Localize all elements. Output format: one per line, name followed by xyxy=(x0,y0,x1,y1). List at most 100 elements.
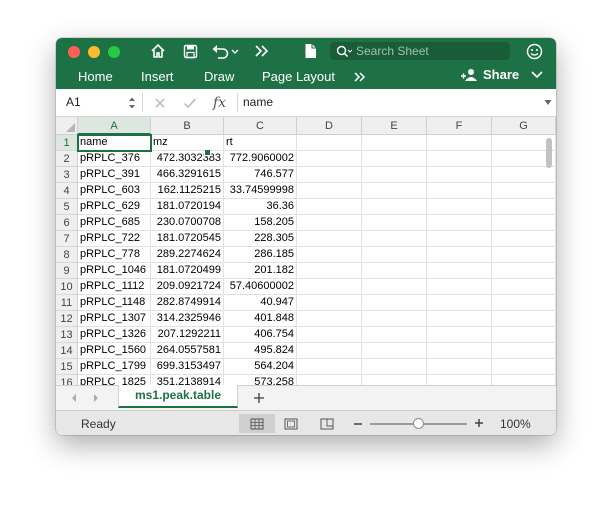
cell-d7[interactable] xyxy=(297,231,362,247)
cell-f4[interactable] xyxy=(427,183,492,199)
cell-c2[interactable]: 772.9060002 xyxy=(224,151,297,167)
cell-b15[interactable]: 699.3153497 xyxy=(151,359,224,375)
cell-e12[interactable] xyxy=(362,311,427,327)
cell-d16[interactable] xyxy=(297,375,362,385)
cell-b14[interactable]: 264.0557581 xyxy=(151,343,224,359)
cell-b11[interactable]: 282.8749914 xyxy=(151,295,224,311)
minimize-window-button[interactable] xyxy=(88,46,100,58)
cell-g5[interactable] xyxy=(492,199,556,215)
column-header-c[interactable]: C xyxy=(224,117,297,135)
cell-b8[interactable]: 289.2274624 xyxy=(151,247,224,263)
spreadsheet-grid[interactable]: ABCDEFG 1 2 3 4 5 6 7 8 9 10 11 12 13 14 15 16 name mz rt… xyxy=(56,117,556,385)
normal-view-button[interactable] xyxy=(239,414,275,433)
cell-d5[interactable] xyxy=(297,199,362,215)
share-button[interactable]: Share xyxy=(460,67,544,82)
cell-c14[interactable]: 495.824 xyxy=(224,343,297,359)
cell-g4[interactable] xyxy=(492,183,556,199)
cell-d15[interactable] xyxy=(297,359,362,375)
row-header[interactable]: 10 xyxy=(56,279,78,295)
cell-f12[interactable] xyxy=(427,311,492,327)
name-box[interactable]: A1 xyxy=(66,95,81,109)
cell-b4[interactable]: 162.1125215 xyxy=(151,183,224,199)
zoom-window-button[interactable] xyxy=(108,46,120,58)
row-header[interactable]: 16 xyxy=(56,375,78,385)
row-header[interactable]: 2 xyxy=(56,151,78,167)
column-header-f[interactable]: F xyxy=(427,117,492,135)
chevron-down-icon[interactable] xyxy=(530,70,544,80)
cell-f11[interactable] xyxy=(427,295,492,311)
column-header-e[interactable]: E xyxy=(362,117,427,135)
cell-a11[interactable]: pRPLC_1148 xyxy=(78,295,151,311)
row-header[interactable]: 9 xyxy=(56,263,78,279)
add-sheet-icon[interactable] xyxy=(253,392,265,404)
select-all-corner[interactable] xyxy=(56,117,78,135)
cell-a10[interactable]: pRPLC_1112 xyxy=(78,279,151,295)
tab-insert[interactable]: Insert xyxy=(141,69,174,84)
cell-a8[interactable]: pRPLC_778 xyxy=(78,247,151,263)
cell-b12[interactable]: 314.2325946 xyxy=(151,311,224,327)
cell-g10[interactable] xyxy=(492,279,556,295)
cell-b13[interactable]: 207.1292211 xyxy=(151,327,224,343)
cell-d12[interactable] xyxy=(297,311,362,327)
cell-g7[interactable] xyxy=(492,231,556,247)
cell-e13[interactable] xyxy=(362,327,427,343)
cell-f5[interactable] xyxy=(427,199,492,215)
save-icon[interactable] xyxy=(180,41,200,61)
cell-f14[interactable] xyxy=(427,343,492,359)
prev-sheet-icon[interactable] xyxy=(70,393,78,403)
row-header[interactable]: 3 xyxy=(56,167,78,183)
cell-a9[interactable]: pRPLC_1046 xyxy=(78,263,151,279)
cell-b10[interactable]: 209.0921724 xyxy=(151,279,224,295)
home-icon[interactable] xyxy=(148,41,168,61)
cell-e3[interactable] xyxy=(362,167,427,183)
cell-f9[interactable] xyxy=(427,263,492,279)
tab-home[interactable]: Home xyxy=(78,69,113,84)
cell-c7[interactable]: 228.305 xyxy=(224,231,297,247)
cell-g11[interactable] xyxy=(492,295,556,311)
cell-d1[interactable] xyxy=(297,135,362,151)
row-header[interactable]: 7 xyxy=(56,231,78,247)
cell-b16[interactable]: 351.2138914 xyxy=(151,375,224,385)
cell-c10[interactable]: 57.40600002 xyxy=(224,279,297,295)
cell-c16[interactable]: 573.258 xyxy=(224,375,297,385)
cell-d10[interactable] xyxy=(297,279,362,295)
cell-e15[interactable] xyxy=(362,359,427,375)
name-box-stepper-icon[interactable] xyxy=(128,96,136,110)
row-header[interactable]: 6 xyxy=(56,215,78,231)
cell-a5[interactable]: pRPLC_629 xyxy=(78,199,151,215)
cell-g8[interactable] xyxy=(492,247,556,263)
cell-a16[interactable]: pRPLC_1825 xyxy=(78,375,151,385)
cell-e11[interactable] xyxy=(362,295,427,311)
cell-f15[interactable] xyxy=(427,359,492,375)
row-header[interactable]: 12 xyxy=(56,311,78,327)
cell-d8[interactable] xyxy=(297,247,362,263)
cell-d11[interactable] xyxy=(297,295,362,311)
tab-page-layout[interactable]: Page Layout xyxy=(262,69,335,84)
cell-c9[interactable]: 201.182 xyxy=(224,263,297,279)
cell-e4[interactable] xyxy=(362,183,427,199)
cell-c13[interactable]: 406.754 xyxy=(224,327,297,343)
row-header[interactable]: 1 xyxy=(56,135,78,151)
cell-e8[interactable] xyxy=(362,247,427,263)
cell-b5[interactable]: 181.0720194 xyxy=(151,199,224,215)
row-header[interactable]: 4 xyxy=(56,183,78,199)
vertical-scrollbar[interactable] xyxy=(546,138,552,168)
column-header-g[interactable]: G xyxy=(492,117,556,135)
undo-icon[interactable] xyxy=(210,41,240,61)
next-sheet-icon[interactable] xyxy=(92,393,100,403)
smiley-feedback-icon[interactable] xyxy=(524,41,544,61)
cell-d4[interactable] xyxy=(297,183,362,199)
cell-d14[interactable] xyxy=(297,343,362,359)
cell-a6[interactable]: pRPLC_685 xyxy=(78,215,151,231)
cell-b6[interactable]: 230.0700708 xyxy=(151,215,224,231)
cell-e6[interactable] xyxy=(362,215,427,231)
zoom-slider-thumb[interactable] xyxy=(413,418,424,429)
row-header[interactable]: 11 xyxy=(56,295,78,311)
cell-e16[interactable] xyxy=(362,375,427,385)
cell-a7[interactable]: pRPLC_722 xyxy=(78,231,151,247)
cell-c15[interactable]: 564.204 xyxy=(224,359,297,375)
insert-function-icon[interactable]: fx xyxy=(213,93,226,112)
cell-f2[interactable] xyxy=(427,151,492,167)
column-header-b[interactable]: B xyxy=(151,117,224,135)
cell-e2[interactable] xyxy=(362,151,427,167)
